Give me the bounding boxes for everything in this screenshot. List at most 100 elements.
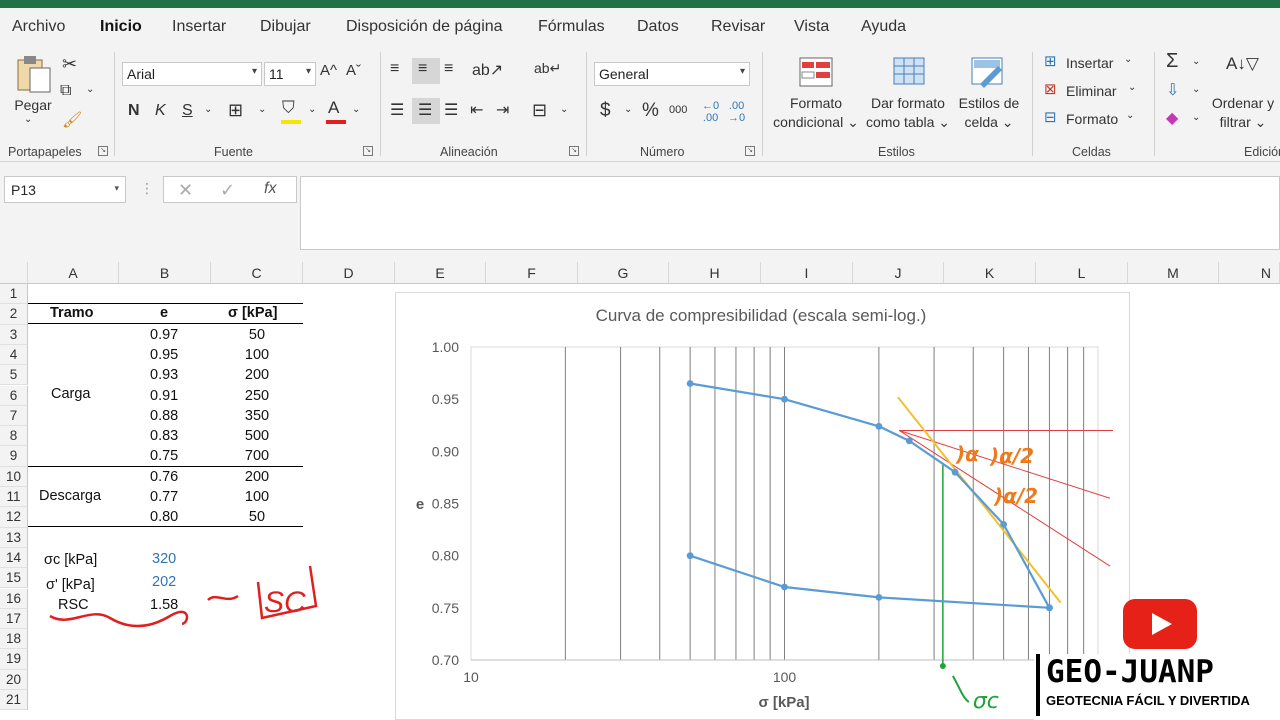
cut-icon[interactable]: ✂ (62, 54, 77, 75)
insert-cells-button[interactable]: Insertar (1066, 54, 1113, 73)
column-header-f[interactable]: F (486, 262, 578, 284)
cell-styles-button[interactable]: Estilos de celda ⌄ (952, 94, 1026, 132)
cell-sigma-row-6[interactable]: 250 (230, 388, 284, 404)
header-e[interactable]: e (160, 305, 168, 321)
tab-ayuda[interactable]: Ayuda (861, 18, 906, 36)
cell-e-row-5[interactable]: 0.93 (150, 367, 178, 383)
tab-datos[interactable]: Datos (637, 18, 679, 36)
row-header-10[interactable]: 10 (0, 466, 28, 487)
cell-sigma-row-4[interactable]: 100 (230, 347, 284, 363)
dialog-launcher-icon[interactable]: ↘ (745, 146, 755, 156)
font-color-icon[interactable]: A (328, 98, 339, 118)
delete-cells-button[interactable]: Eliminar (1066, 82, 1117, 101)
column-header-l[interactable]: L (1036, 262, 1128, 284)
cell-e-row-3[interactable]: 0.97 (150, 327, 178, 343)
row-header-7[interactable]: 7 (0, 405, 28, 427)
align-left-icon[interactable]: ☰ (390, 100, 404, 120)
cell-e-row-11[interactable]: 0.77 (150, 489, 178, 505)
tab-archivo[interactable]: Archivo (12, 18, 65, 36)
format-as-table-button[interactable]: Dar formato como tabla ⌄ (862, 94, 954, 132)
percent-button[interactable]: % (642, 100, 659, 122)
chevron-down-icon[interactable]: ⌄ (258, 104, 266, 115)
align-top-icon[interactable]: ≡ (390, 60, 399, 78)
chevron-down-icon[interactable]: ⌄ (1128, 82, 1136, 93)
column-header-b[interactable]: B (119, 262, 211, 284)
tab-vista[interactable]: Vista (794, 18, 829, 36)
cell-sigma-row-3[interactable]: 50 (230, 327, 284, 343)
cell-sigma-row-10[interactable]: 200 (230, 469, 284, 485)
column-header-j[interactable]: J (853, 262, 944, 284)
chevron-down-icon[interactable]: ⌄ (308, 104, 316, 115)
chevron-down-icon[interactable]: ⌄ (1192, 56, 1200, 67)
align-right-icon[interactable]: ☰ (444, 100, 458, 120)
thousands-button[interactable]: 000 (669, 104, 687, 116)
italic-button[interactable]: K (155, 102, 166, 120)
row-header-3[interactable]: 3 (0, 324, 28, 345)
column-header-a[interactable]: A (28, 262, 119, 284)
tab-dibujar[interactable]: Dibujar (260, 18, 311, 36)
header-sigma[interactable]: σ [kPa] (228, 305, 277, 321)
row-header-17[interactable]: 17 (0, 608, 28, 630)
conditional-format-button[interactable]: Formato condicional ⌄ (768, 94, 864, 132)
row-header-5[interactable]: 5 (0, 365, 28, 386)
cell-e-row-9[interactable]: 0.75 (150, 448, 178, 464)
column-header-i[interactable]: I (761, 262, 853, 284)
row-header-20[interactable]: 20 (0, 669, 28, 690)
conditional-format-icon[interactable] (798, 56, 834, 88)
chevron-down-icon[interactable]: ⌄ (24, 114, 32, 125)
merge-center-icon[interactable]: ⊟ (532, 100, 547, 121)
paste-icon[interactable] (14, 54, 54, 94)
select-all-corner[interactable] (0, 262, 28, 284)
cell-sigma-row-9[interactable]: 700 (230, 448, 284, 464)
chevron-down-icon[interactable]: ⌄ (1192, 112, 1200, 123)
cell-e-row-10[interactable]: 0.76 (150, 469, 178, 485)
row-header-21[interactable]: 21 (0, 690, 28, 711)
row-header-2[interactable]: 2 (0, 304, 28, 325)
cell-e-row-12[interactable]: 0.80 (150, 509, 178, 525)
tab-disposicion[interactable]: Disposición de página (346, 18, 503, 36)
row-header-15[interactable]: 15 (0, 568, 28, 589)
chevron-down-icon[interactable]: ⌄ (1124, 54, 1132, 65)
column-header-h[interactable]: H (669, 262, 761, 284)
underline-button[interactable]: S (182, 102, 193, 120)
dialog-launcher-icon[interactable]: ↘ (98, 146, 108, 156)
enter-icon[interactable]: ✓ (220, 180, 235, 201)
chevron-down-icon[interactable]: ⌄ (204, 104, 212, 115)
sort-filter-button[interactable]: Ordenar y filtrar ⌄ (1206, 94, 1280, 132)
sort-filter-icon[interactable]: A↓▽ (1226, 54, 1259, 74)
row-header-8[interactable]: 8 (0, 426, 28, 447)
cell-sigma-row-8[interactable]: 500 (230, 428, 284, 444)
paste-button[interactable]: Pegar (14, 96, 52, 115)
chevron-down-icon[interactable]: ⌄ (1126, 110, 1134, 121)
cell-sigma-row-7[interactable]: 350 (230, 408, 284, 424)
row-header-12[interactable]: 12 (0, 507, 28, 528)
fill-color-icon[interactable]: ⛉ (282, 98, 295, 118)
chart-area[interactable]: Curva de compresibilidad (escala semi-lo… (395, 292, 1130, 720)
name-box[interactable]: P13 ▾ (4, 176, 126, 203)
column-header-m[interactable]: M (1128, 262, 1219, 284)
tab-formulas[interactable]: Fórmulas (538, 18, 605, 36)
column-header-e[interactable]: E (395, 262, 486, 284)
insert-cells-icon[interactable]: ⊞ (1044, 52, 1057, 70)
dialog-launcher-icon[interactable]: ↘ (363, 146, 373, 156)
tab-inicio[interactable]: Inicio (100, 18, 142, 36)
cell-e-row-4[interactable]: 0.95 (150, 347, 178, 363)
chevron-down-icon[interactable]: ⌄ (352, 104, 360, 115)
dialog-launcher-icon[interactable]: ↘ (569, 146, 579, 156)
number-format-combo[interactable]: General ▾ (594, 62, 750, 86)
increase-indent-icon[interactable]: ⇥ (496, 100, 509, 120)
autosum-icon[interactable]: Σ (1166, 50, 1178, 73)
increase-font-icon[interactable]: A^ (320, 62, 337, 79)
label-carga[interactable]: Carga (51, 386, 91, 402)
formula-input[interactable] (300, 176, 1280, 250)
row-header-6[interactable]: 6 (0, 385, 28, 406)
format-as-table-icon[interactable] (892, 56, 928, 88)
tab-revisar[interactable]: Revisar (711, 18, 765, 36)
cell-sigma-row-12[interactable]: 50 (230, 509, 284, 525)
row-header-4[interactable]: 4 (0, 344, 28, 366)
orientation-icon[interactable]: ab↗ (472, 60, 503, 80)
increase-decimal-icon[interactable]: ←0.00 (702, 100, 719, 124)
column-header-k[interactable]: K (944, 262, 1036, 284)
format-cells-icon[interactable]: ⊟ (1044, 108, 1057, 126)
align-middle-icon[interactable]: ≡ (418, 60, 427, 78)
